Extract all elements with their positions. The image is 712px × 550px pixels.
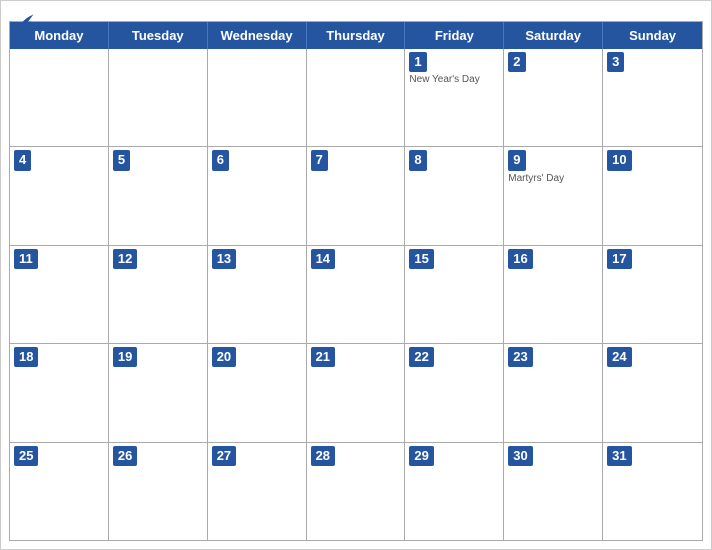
date-number: 1 bbox=[409, 52, 426, 72]
date-number: 28 bbox=[311, 446, 335, 466]
date-number: 24 bbox=[607, 347, 631, 367]
calendar-page: MondayTuesdayWednesdayThursdayFridaySatu… bbox=[0, 0, 712, 550]
date-number: 27 bbox=[212, 446, 236, 466]
date-number: 10 bbox=[607, 150, 631, 170]
days-header-row: MondayTuesdayWednesdayThursdayFridaySatu… bbox=[10, 22, 702, 49]
date-number: 2 bbox=[508, 52, 525, 72]
calendar-cell: 0 bbox=[307, 49, 406, 146]
week-row-1: 0 0 0 0 1 New Year's Day 2 3 bbox=[10, 49, 702, 147]
date-number: 15 bbox=[409, 249, 433, 269]
date-number: 6 bbox=[212, 150, 229, 170]
calendar-cell: 21 bbox=[307, 344, 406, 441]
calendar-cell: 25 bbox=[10, 443, 109, 540]
calendar-grid: MondayTuesdayWednesdayThursdayFridaySatu… bbox=[9, 21, 703, 541]
calendar-cell: 28 bbox=[307, 443, 406, 540]
date-number: 4 bbox=[14, 150, 31, 170]
date-number: 30 bbox=[508, 446, 532, 466]
date-number: 0 bbox=[113, 52, 130, 72]
calendar-cell: 4 bbox=[10, 147, 109, 244]
calendar-cell: 29 bbox=[405, 443, 504, 540]
date-number: 12 bbox=[113, 249, 137, 269]
day-header-thursday: Thursday bbox=[307, 22, 406, 49]
calendar-cell: 0 bbox=[10, 49, 109, 146]
date-number: 8 bbox=[409, 150, 426, 170]
day-header-saturday: Saturday bbox=[504, 22, 603, 49]
week-row-2: 4 5 6 7 8 9 Martyrs' Day 10 bbox=[10, 147, 702, 245]
date-number: 16 bbox=[508, 249, 532, 269]
calendar-cell: 2 bbox=[504, 49, 603, 146]
date-number: 19 bbox=[113, 347, 137, 367]
calendar-cell: 0 bbox=[208, 49, 307, 146]
calendar-cell: 7 bbox=[307, 147, 406, 244]
date-number: 11 bbox=[14, 249, 38, 269]
day-header-friday: Friday bbox=[405, 22, 504, 49]
calendar-cell: 18 bbox=[10, 344, 109, 441]
calendar-cell: 19 bbox=[109, 344, 208, 441]
calendar-cell: 20 bbox=[208, 344, 307, 441]
date-number: 5 bbox=[113, 150, 130, 170]
date-number: 14 bbox=[311, 249, 335, 269]
calendar-cell: 11 bbox=[10, 246, 109, 343]
calendar-cell: 17 bbox=[603, 246, 702, 343]
date-number: 23 bbox=[508, 347, 532, 367]
calendar-cell: 15 bbox=[405, 246, 504, 343]
date-number: 7 bbox=[311, 150, 328, 170]
date-number: 21 bbox=[311, 347, 335, 367]
calendar-cell: 24 bbox=[603, 344, 702, 441]
date-number: 20 bbox=[212, 347, 236, 367]
date-number: 0 bbox=[212, 52, 229, 72]
calendar-cell: 14 bbox=[307, 246, 406, 343]
date-number: 31 bbox=[607, 446, 631, 466]
calendar-cell: 31 bbox=[603, 443, 702, 540]
calendar-cell: 30 bbox=[504, 443, 603, 540]
calendar-body: 00001New Year's Day23456789Martyrs' Day1… bbox=[10, 49, 702, 540]
calendar-cell: 26 bbox=[109, 443, 208, 540]
calendar-cell: 10 bbox=[603, 147, 702, 244]
date-number: 0 bbox=[14, 52, 31, 72]
calendar-cell: 6 bbox=[208, 147, 307, 244]
day-header-sunday: Sunday bbox=[603, 22, 702, 49]
calendar-cell: 8 bbox=[405, 147, 504, 244]
date-number: 9 bbox=[508, 150, 525, 170]
date-number: 26 bbox=[113, 446, 137, 466]
calendar-cell: 5 bbox=[109, 147, 208, 244]
holiday-label: Martyrs' Day bbox=[508, 173, 598, 184]
calendar-cell: 9 Martyrs' Day bbox=[504, 147, 603, 244]
calendar-cell: 0 bbox=[109, 49, 208, 146]
calendar-cell: 22 bbox=[405, 344, 504, 441]
date-number: 18 bbox=[14, 347, 38, 367]
week-row-4: 18 19 20 21 22 23 24 bbox=[10, 344, 702, 442]
calendar-cell: 3 bbox=[603, 49, 702, 146]
date-number: 25 bbox=[14, 446, 38, 466]
day-header-tuesday: Tuesday bbox=[109, 22, 208, 49]
week-row-5: 25 26 27 28 29 30 31 bbox=[10, 443, 702, 540]
holiday-label: New Year's Day bbox=[409, 74, 499, 85]
date-number: 0 bbox=[311, 52, 328, 72]
date-number: 17 bbox=[607, 249, 631, 269]
logo-bird-icon bbox=[19, 11, 35, 29]
date-number: 13 bbox=[212, 249, 236, 269]
date-number: 22 bbox=[409, 347, 433, 367]
calendar-cell: 13 bbox=[208, 246, 307, 343]
calendar-cell: 23 bbox=[504, 344, 603, 441]
calendar-header bbox=[1, 1, 711, 21]
date-number: 3 bbox=[607, 52, 624, 72]
calendar-cell: 27 bbox=[208, 443, 307, 540]
date-number: 29 bbox=[409, 446, 433, 466]
calendar-cell: 16 bbox=[504, 246, 603, 343]
week-row-3: 11 12 13 14 15 16 17 bbox=[10, 246, 702, 344]
calendar-cell: 1 New Year's Day bbox=[405, 49, 504, 146]
day-header-wednesday: Wednesday bbox=[208, 22, 307, 49]
calendar-cell: 12 bbox=[109, 246, 208, 343]
